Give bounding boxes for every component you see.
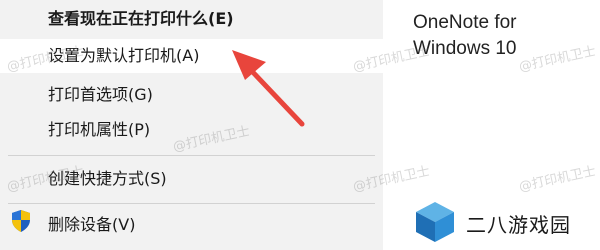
menu-item-remove-device[interactable]: 删除设备(V) <box>0 208 383 242</box>
brand-text: 二八游戏园 <box>466 213 571 237</box>
brand-logo: 二八游戏园 <box>412 200 600 244</box>
menu-separator <box>8 203 375 204</box>
context-menu: 查看现在正在打印什么(E) 设置为默认打印机(A) 打印首选项(G) 打印机属性… <box>0 0 383 250</box>
app-name-line1[interactable]: OneNote for <box>413 12 517 34</box>
menu-item-see-whats-printing[interactable]: 查看现在正在打印什么(E) <box>0 2 383 36</box>
menu-item-label: 删除设备(V) <box>48 215 136 234</box>
uac-shield-icon <box>12 210 30 232</box>
menu-item-printing-preferences[interactable]: 打印首选项(G) <box>0 78 383 112</box>
screenshot-root: 查看现在正在打印什么(E) 设置为默认打印机(A) 打印首选项(G) 打印机属性… <box>0 0 600 250</box>
cube-logo-icon <box>416 202 454 242</box>
menu-separator <box>8 155 375 156</box>
